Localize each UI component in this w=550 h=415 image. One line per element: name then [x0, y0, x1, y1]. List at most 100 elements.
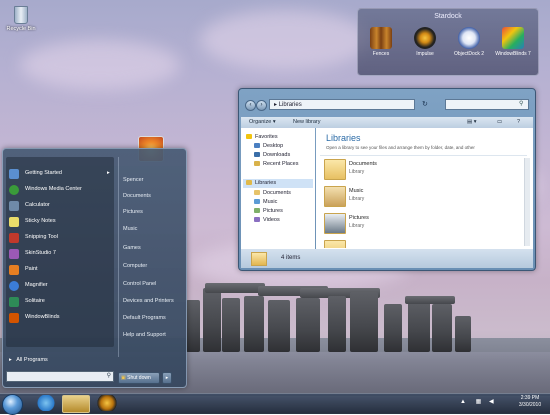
recycle-bin-label: Recycle Bin [6, 26, 36, 32]
start-button[interactable] [2, 394, 23, 415]
fences-icon [370, 27, 392, 49]
submenu-arrow-icon: ▸ [107, 170, 110, 176]
menu-control-panel[interactable]: Control Panel [123, 281, 156, 287]
program-sticky-notes[interactable]: Sticky Notes [6, 215, 114, 228]
new-library-button[interactable]: New library [293, 117, 321, 128]
nav-favorites[interactable]: Favorites [246, 133, 278, 142]
videos-icon [254, 217, 260, 222]
menu-devices-printers[interactable]: Devices and Printers [123, 298, 174, 304]
menu-music[interactable]: Music [123, 226, 137, 232]
objectdock-icon [458, 27, 480, 49]
search-icon: ⚲ [519, 101, 524, 107]
clock[interactable]: 2:39 PM 3/30/2010 [512, 395, 548, 409]
library-item-music[interactable]: Music Library [324, 186, 524, 207]
program-paint[interactable]: Paint [6, 263, 114, 276]
divider [320, 155, 527, 156]
help-icon[interactable]: ? [517, 117, 520, 128]
all-programs-button[interactable]: ▸ All Programs [9, 357, 48, 363]
library-item-documents[interactable]: Documents Library [324, 159, 524, 180]
nav-recent-places[interactable]: Recent Places [254, 160, 298, 169]
library-type: Library [349, 196, 365, 202]
program-solitaire[interactable]: Solitaire [6, 295, 114, 308]
gadget-item-impulse[interactable]: Impulse [407, 27, 443, 57]
program-magnifier[interactable]: Magnifier [6, 279, 114, 292]
nav-downloads[interactable]: Downloads [254, 151, 290, 160]
program-label: Paint [25, 266, 38, 272]
shutdown-button[interactable]: ▣ Shut down [118, 372, 160, 384]
program-snipping-tool[interactable]: Snipping Tool [6, 231, 114, 244]
gadget-item-objectdock[interactable]: ObjectDock 2 [451, 27, 487, 57]
file-explorer-icon[interactable] [62, 395, 90, 413]
gadget-item-windowblinds[interactable]: WindowBlinds 7 [495, 27, 531, 57]
gadget-title: Stardock [434, 13, 462, 20]
address-bar[interactable]: ▸ Libraries [269, 99, 415, 110]
internet-explorer-icon[interactable] [35, 395, 57, 411]
menu-documents[interactable]: Documents [123, 193, 151, 199]
gadget-item-fences[interactable]: Fences [363, 27, 399, 57]
menu-help-support[interactable]: Help and Support [123, 332, 166, 338]
program-windowblinds[interactable]: WindowBlinds [6, 311, 114, 324]
program-calculator[interactable]: Calculator [6, 199, 114, 212]
gadget-item-label: Fences [372, 51, 390, 57]
library-name: Documents [349, 161, 377, 167]
show-hidden-icons-icon[interactable]: ▲ [460, 399, 466, 405]
forward-button[interactable]: › [256, 100, 267, 111]
nav-desktop[interactable]: Desktop [254, 142, 283, 151]
program-skinstudio[interactable]: SkinStudio 7 [6, 247, 114, 260]
organize-button[interactable]: Organize ▾ [249, 117, 276, 128]
program-label: Calculator [25, 202, 50, 208]
library-type: Library [349, 223, 365, 229]
pictures-icon [254, 208, 260, 213]
library-item-pictures[interactable]: Pictures Library [324, 213, 524, 234]
menu-games[interactable]: Games [123, 245, 141, 251]
library-description: Open a library to see your files and arr… [326, 145, 475, 150]
content-pane: Libraries Open a library to see your fil… [316, 128, 533, 249]
program-windows-media-center[interactable]: Windows Media Center [6, 183, 114, 196]
wallpaper-cloud [200, 10, 370, 70]
program-label: Magnifier [25, 282, 48, 288]
nav-libraries[interactable]: Libraries [243, 179, 313, 188]
search-input[interactable] [445, 99, 529, 110]
solitaire-icon [9, 297, 19, 307]
desktop-icon [254, 143, 260, 148]
impulse-icon [414, 27, 436, 49]
nav-videos[interactable]: Videos [254, 216, 280, 225]
program-getting-started[interactable]: Getting Started ▸ [6, 167, 114, 180]
program-label: Sticky Notes [25, 218, 56, 224]
stardock-gadget: Stardock Fences Impulse ObjectDock 2 Win… [357, 8, 539, 76]
volume-icon[interactable]: ◀ [489, 399, 494, 405]
menu-default-programs[interactable]: Default Programs [123, 315, 166, 321]
menu-divider [118, 157, 119, 357]
pictures-library-icon [324, 213, 346, 234]
impulse-taskbar-icon[interactable] [96, 395, 118, 411]
network-icon[interactable]: ▦ [476, 399, 482, 405]
wallpaper-cloud [20, 40, 180, 90]
gadget-item-label: ObjectDock 2 [453, 51, 484, 57]
back-button[interactable]: ‹ [245, 100, 256, 111]
status-bar: 4 items [241, 249, 533, 268]
programs-list: Getting Started ▸ Windows Media Center C… [6, 157, 114, 347]
nav-music[interactable]: Music [254, 198, 277, 207]
music-library-icon [324, 186, 346, 207]
library-item-videos[interactable] [324, 240, 524, 248]
program-label: SkinStudio 7 [25, 250, 56, 256]
vertical-scrollbar[interactable] [524, 158, 530, 246]
shutdown-options-arrow-icon[interactable]: ▸ [162, 372, 172, 384]
refresh-icon[interactable]: ↻ [422, 100, 428, 108]
preview-pane-icon[interactable]: ▭ [497, 117, 502, 128]
menu-computer[interactable]: Computer [123, 263, 147, 269]
start-search-input[interactable]: ⚲ [6, 371, 114, 382]
nav-pictures[interactable]: Pictures [254, 207, 283, 216]
recent-places-icon [254, 161, 260, 166]
system-tray: ▲ ▦ ◀ [460, 398, 494, 405]
recycle-bin[interactable]: Recycle Bin [1, 6, 41, 32]
menu-user-name[interactable]: Spencer [123, 177, 144, 183]
view-options-icon[interactable]: ▤ ▾ [467, 117, 477, 128]
recycle-bin-icon [14, 6, 28, 24]
nav-documents[interactable]: Documents [254, 189, 291, 198]
menu-pictures[interactable]: Pictures [123, 209, 143, 215]
explorer-window: ‹ › ▸ Libraries ↻ ⚲ Organize ▾ New libra… [238, 88, 536, 271]
downloads-icon [254, 152, 260, 157]
command-bar: Organize ▾ New library ▤ ▾ ▭ ? [241, 117, 533, 128]
page-title: Libraries [326, 133, 361, 143]
